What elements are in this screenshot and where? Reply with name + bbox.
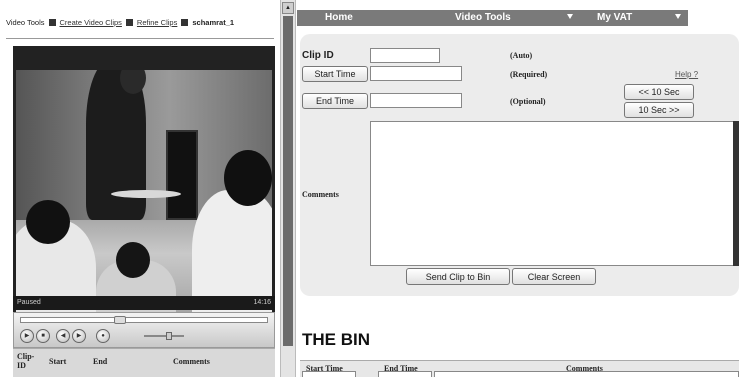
video-player[interactable]: Paused 14:16 <box>13 46 275 346</box>
start-time-button[interactable]: Start Time <box>302 66 368 82</box>
play-icon[interactable]: ▶ <box>20 329 34 343</box>
start-time-hint: (Required) <box>510 70 548 79</box>
clear-screen-button[interactable]: Clear Screen <box>512 268 596 285</box>
nav-my-vat[interactable]: My VAT <box>597 12 632 23</box>
end-time-hint: (Optional) <box>510 97 546 106</box>
comments-label: Comments <box>302 190 339 199</box>
vertical-scrollbar[interactable]: ▲ <box>280 0 296 377</box>
rewind-icon[interactable]: ◀ <box>56 329 70 343</box>
breadcrumb-root: Video Tools <box>6 18 45 27</box>
chevron-down-icon[interactable] <box>567 14 573 19</box>
comments-textarea[interactable] <box>370 121 739 266</box>
comments-scrollbar[interactable] <box>733 121 739 266</box>
start-time-field[interactable] <box>370 66 462 81</box>
breadcrumb: Video Tools Create Video Clips Refine Cl… <box>6 18 234 27</box>
fwd-10-sec-button[interactable]: 10 Sec >> <box>624 102 694 118</box>
clip-id-label: Clip ID <box>302 50 334 61</box>
bin-comments-cell[interactable] <box>434 371 739 377</box>
breadcrumb-separator-icon <box>125 19 133 26</box>
top-nav: Home Video Tools My VAT <box>297 10 739 26</box>
breadcrumb-separator-icon <box>48 19 56 26</box>
video-frame[interactable] <box>16 70 272 332</box>
end-time-button[interactable]: End Time <box>302 93 368 109</box>
nav-home[interactable]: Home <box>325 12 353 23</box>
scroll-up-icon[interactable]: ▲ <box>282 2 294 14</box>
breadcrumb-current: schamrat_1 <box>192 18 235 27</box>
clip-id-hint: (Auto) <box>510 51 533 60</box>
seek-handle[interactable] <box>114 316 126 324</box>
volume-handle[interactable] <box>166 332 172 340</box>
breadcrumb-separator-icon <box>181 19 189 26</box>
end-time-field[interactable] <box>370 93 462 108</box>
player-status-bar: Paused 14:16 <box>13 296 275 310</box>
breadcrumb-create-clips-link[interactable]: Create Video Clips <box>60 18 122 27</box>
breadcrumb-refine-clips-link[interactable]: Refine Clips <box>137 18 177 27</box>
chevron-down-icon[interactable] <box>675 14 681 19</box>
clips-col-comments: Comments <box>173 357 210 366</box>
volume-track[interactable] <box>144 335 184 337</box>
bin-end-time-cell[interactable] <box>378 371 432 377</box>
clips-table-header: Clip-ID Start End Comments <box>13 348 275 377</box>
video-scene-student <box>192 190 272 332</box>
mute-icon[interactable]: ● <box>96 329 110 343</box>
video-scene-speaker-box <box>166 130 198 220</box>
nav-end-spacer <box>688 10 739 26</box>
scroll-thumb[interactable] <box>283 16 293 346</box>
clips-col-start: Start <box>49 357 67 366</box>
nav-video-tools[interactable]: Video Tools <box>455 12 511 23</box>
clips-col-clip-id: Clip-ID <box>17 352 35 370</box>
divider <box>6 38 274 39</box>
player-controls: ▶ ■ ◀ ▶ ● <box>13 312 275 348</box>
video-scene-student-head <box>224 150 272 206</box>
stop-icon[interactable]: ■ <box>36 329 50 343</box>
video-scene-table <box>111 190 181 198</box>
video-pane: Video Tools Create Video Clips Refine Cl… <box>0 0 280 377</box>
bin-start-time-cell[interactable] <box>302 371 356 377</box>
video-scene-student-head <box>116 242 150 278</box>
clips-col-end: End <box>93 357 108 366</box>
bin-title: THE BIN <box>302 330 370 349</box>
player-time-text: 14:16 <box>253 299 271 306</box>
player-status-text: Paused <box>17 299 41 306</box>
clip-id-field[interactable] <box>370 48 440 63</box>
fast-forward-icon[interactable]: ▶ <box>72 329 86 343</box>
back-10-sec-button[interactable]: << 10 Sec <box>624 84 694 100</box>
help-link[interactable]: Help ? <box>675 70 698 79</box>
seek-bar[interactable] <box>20 317 268 323</box>
send-clip-to-bin-button[interactable]: Send Clip to Bin <box>406 268 510 285</box>
video-scene-student-head <box>26 200 70 244</box>
